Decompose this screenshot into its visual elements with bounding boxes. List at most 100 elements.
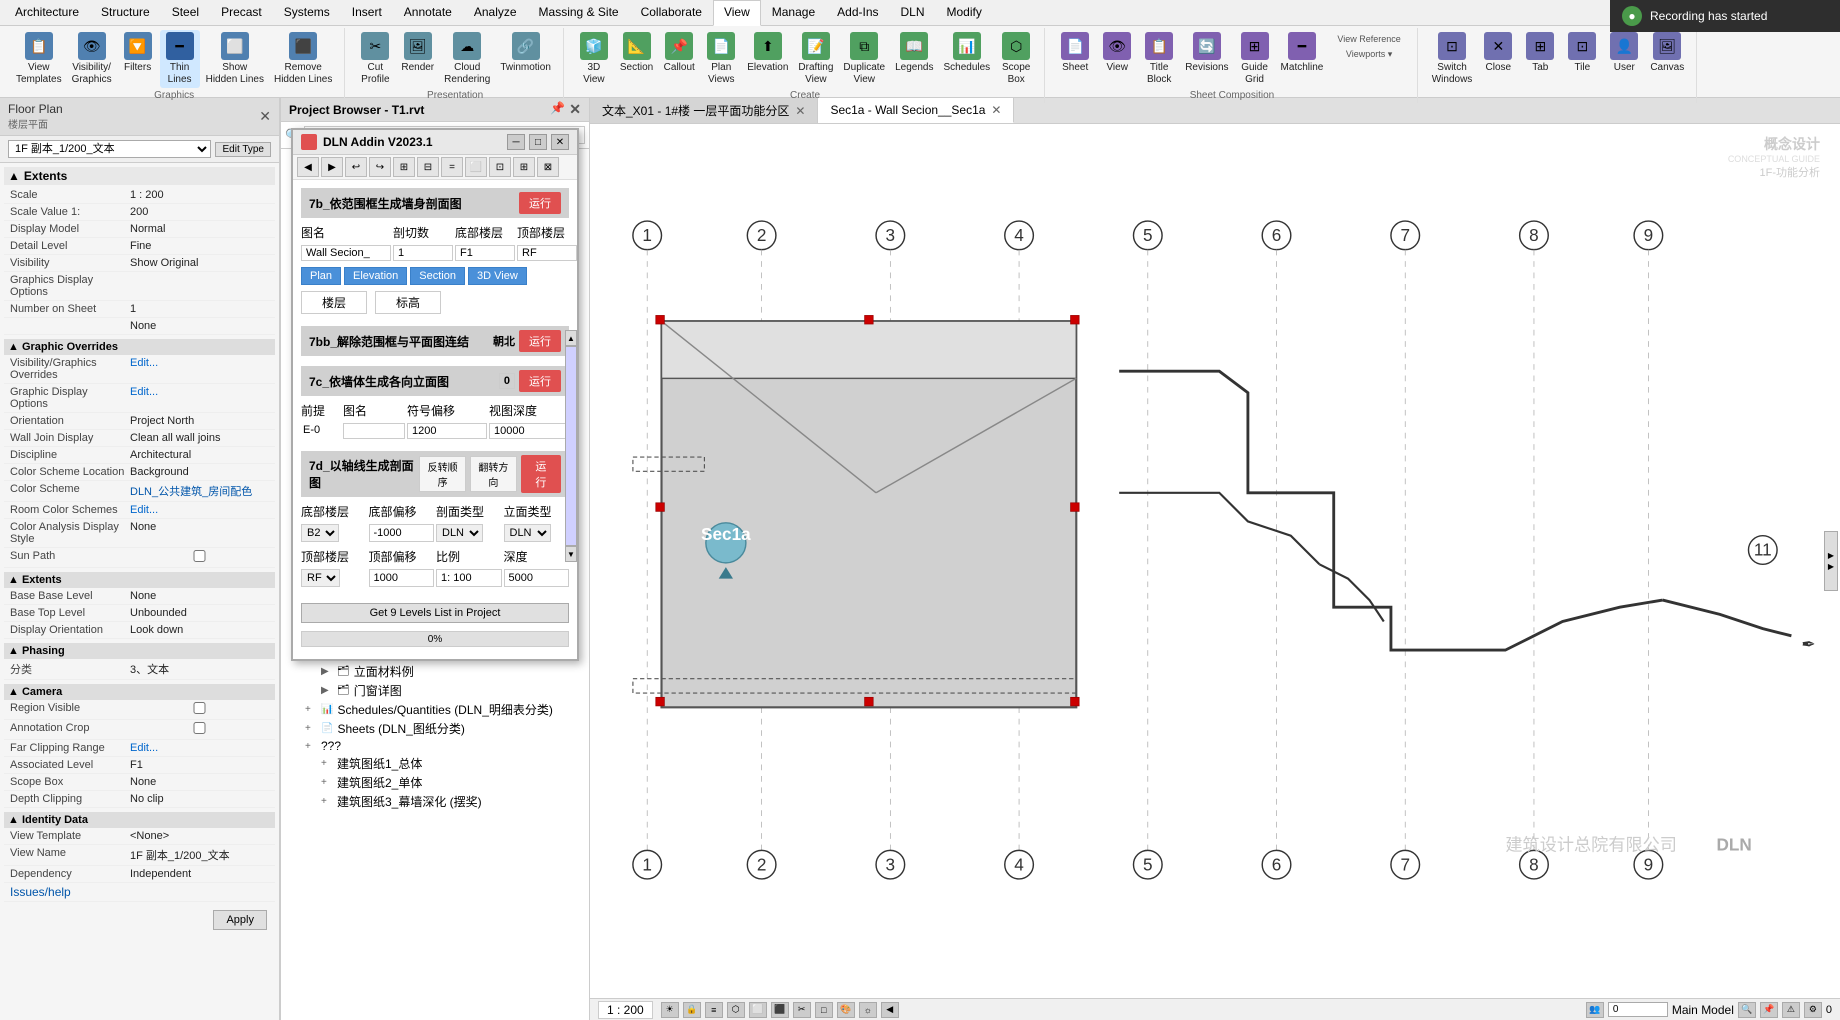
status-scale[interactable]: 1 : 200 (598, 1001, 653, 1019)
dln-7d-scale-input[interactable] (436, 569, 502, 587)
dln-scroll-up-btn[interactable]: ▲ (565, 330, 577, 346)
dln-7d-top-level-select[interactable]: RF (301, 569, 340, 587)
dln-toolbar-btn-9[interactable]: ⊡ (489, 157, 511, 177)
status-pin-icon[interactable]: 📌 (1760, 1002, 1778, 1018)
tab-button[interactable]: ⊞ Tab (1520, 30, 1560, 76)
remove-hidden-lines-button[interactable]: ⬛ RemoveHidden Lines (270, 30, 336, 88)
view-canvas[interactable]: 概念设计 CONCEPTUAL GUIDE 1F-功能分析 ▶ ▶ 1 2 (590, 124, 1840, 998)
dln-toolbar-btn-5[interactable]: ⊞ (393, 157, 415, 177)
status-warning-icon[interactable]: ⚠ (1782, 1002, 1800, 1018)
view-selector-dropdown[interactable]: 1F 副本_1/200_文本 (8, 140, 211, 158)
lock-icon[interactable]: 🔒 (683, 1002, 701, 1018)
dln-toolbar-btn-6[interactable]: ⊟ (417, 157, 439, 177)
phasing-header[interactable]: ▲ Phasing (4, 643, 275, 659)
dln-toolbar-btn-1[interactable]: ◀ (297, 157, 319, 177)
tree-item-sheet3[interactable]: + 建筑图纸3_幕墙深化 (摆奖) (285, 792, 585, 811)
extents2-header[interactable]: ▲ Extents (4, 572, 275, 588)
dln-7d-top-offset-input[interactable] (369, 569, 435, 587)
tab-annotate[interactable]: Annotate (393, 0, 463, 25)
tree-item-elevation-material[interactable]: ▶ 🗂 立面材料例 (285, 662, 585, 681)
tree-item-schedules[interactable]: + 📊 Schedules/Quantities (DLN_明细表分类) (285, 700, 585, 719)
tile-button[interactable]: ⊡ Tile (1562, 30, 1602, 76)
tab-steel[interactable]: Steel (161, 0, 210, 25)
dln-7d-reverse-btn[interactable]: 反转顺序 (419, 456, 466, 492)
tree-item-door-window[interactable]: ▶ 🗂 门窗详图 (285, 681, 585, 700)
sun-icon[interactable]: ☀ (661, 1002, 679, 1018)
dln-scroll-down-btn[interactable]: ▼ (565, 546, 577, 562)
close-button[interactable]: ✕ Close (1478, 30, 1518, 76)
cut-profile-button[interactable]: ✂ CutProfile (355, 30, 395, 88)
scope-box-button[interactable]: ⬡ ScopeBox (996, 30, 1036, 88)
dln-title-bar[interactable]: DLN Addin V2023.1 ─ □ ✕ (293, 130, 577, 155)
tab-modify[interactable]: Modify (936, 0, 993, 25)
dln-7b-run-btn[interactable]: 运行 (519, 192, 561, 214)
render-button[interactable]: 🖼 Render (397, 30, 438, 76)
dln-7d-bottom-offset-input[interactable] (369, 524, 435, 542)
edit-type-button[interactable]: Edit Type (215, 142, 271, 157)
section-box-icon[interactable]: □ (815, 1002, 833, 1018)
shadow-icon[interactable]: ⬛ (771, 1002, 789, 1018)
tab-collaborate[interactable]: Collaborate (630, 0, 713, 25)
dln-7d-depth-input[interactable] (504, 569, 570, 587)
dln-minimize-btn[interactable]: ─ (507, 134, 525, 150)
filters-button[interactable]: 🔽 Filters (118, 30, 158, 76)
tab-analyze[interactable]: Analyze (463, 0, 528, 25)
visual-style-icon[interactable]: ⬡ (727, 1002, 745, 1018)
dln-toolbar-btn-10[interactable]: ⊞ (513, 157, 535, 177)
tree-item-unknown[interactable]: + ??? (285, 738, 585, 754)
schedules-button[interactable]: 📊 Schedules (939, 30, 994, 76)
dln-section-btn[interactable]: Section (410, 267, 465, 285)
annotation-crop-checkbox[interactable] (130, 722, 269, 734)
graphic-overrides-header[interactable]: ▲ Graphic Overrides (4, 339, 275, 355)
dln-7c-run-btn[interactable]: 运行 (519, 370, 561, 392)
region-visible-checkbox[interactable] (130, 702, 269, 714)
extents-section-header[interactable]: ▲ Extents (4, 167, 275, 185)
dln-7b-name-input[interactable] (301, 245, 391, 261)
sun2-icon[interactable]: ☼ (859, 1002, 877, 1018)
show-hidden-lines-button[interactable]: ⬜ ShowHidden Lines (202, 30, 268, 88)
browser-pin-btn[interactable]: 📌 (550, 101, 565, 118)
dln-toolbar-btn-2[interactable]: ▶ (321, 157, 343, 177)
view-button[interactable]: 👁 View (1097, 30, 1137, 76)
issues-help-link[interactable]: Issues/help (10, 885, 71, 899)
status-view-icon[interactable]: 🔍 (1738, 1002, 1756, 1018)
dln-3dview-btn[interactable]: 3D View (468, 267, 527, 285)
tab-insert[interactable]: Insert (341, 0, 393, 25)
tab-manage[interactable]: Manage (761, 0, 826, 25)
dln-7d-section-type-select[interactable]: DLN (436, 524, 483, 542)
dln-7d-elevation-type-select[interactable]: DLN (504, 524, 551, 542)
status-people-icon[interactable]: 👥 (1586, 1002, 1604, 1018)
legends-button[interactable]: 📖 Legends (891, 30, 937, 76)
matchline-button[interactable]: ━ Matchline (1277, 30, 1328, 76)
crop-icon[interactable]: ✂ (793, 1002, 811, 1018)
browser-close-btn[interactable]: ✕ (569, 101, 581, 118)
dln-maximize-btn[interactable]: □ (529, 134, 547, 150)
twinmotion-button[interactable]: 🔗 Twinmotion (496, 30, 555, 76)
dln-7bb-run-btn[interactable]: 运行 (519, 330, 561, 352)
right-collapse-btn[interactable]: ▶ ▶ (1824, 531, 1838, 591)
plan-views-button[interactable]: 📄 PlanViews (701, 30, 741, 88)
dln-7b-bottom-level-input[interactable] (455, 245, 515, 261)
dln-7d-bottom-level-select[interactable]: B2 (301, 524, 339, 542)
elevation-button[interactable]: ⬆ Elevation (743, 30, 792, 76)
tab-dln[interactable]: DLN (890, 0, 936, 25)
apply-button[interactable]: Apply (213, 910, 267, 930)
dln-7c-depth-input[interactable] (489, 423, 569, 439)
dln-7d-run-btn[interactable]: 运行 (521, 455, 561, 493)
dln-7d-flip-btn[interactable]: 翻转方向 (470, 456, 517, 492)
dln-elevation-btn[interactable]: Elevation (344, 267, 407, 285)
tab-view[interactable]: View (713, 0, 761, 26)
dln-close-btn[interactable]: ✕ (551, 134, 569, 150)
detail-level-icon[interactable]: ≡ (705, 1002, 723, 1018)
sheet-button[interactable]: 📄 Sheet (1055, 30, 1095, 76)
identity-data-header[interactable]: ▲ Identity Data (4, 812, 275, 828)
title-block-button[interactable]: 📋 TitleBlock (1139, 30, 1179, 88)
guide-grid-button[interactable]: ⊞ GuideGrid (1235, 30, 1275, 88)
cloud-rendering-button[interactable]: ☁ CloudRendering (440, 30, 494, 88)
tree-item-sheet2[interactable]: + 建筑图纸2_单体 (285, 773, 585, 792)
dln-7b-top-level-input[interactable] (517, 245, 577, 261)
dln-7c-offset-input[interactable] (407, 423, 487, 439)
dln-7b-cut-count-input[interactable] (393, 245, 453, 261)
status-settings-icon[interactable]: ⚙ (1804, 1002, 1822, 1018)
view-templates-button[interactable]: 📋 ViewTemplates (12, 30, 66, 88)
